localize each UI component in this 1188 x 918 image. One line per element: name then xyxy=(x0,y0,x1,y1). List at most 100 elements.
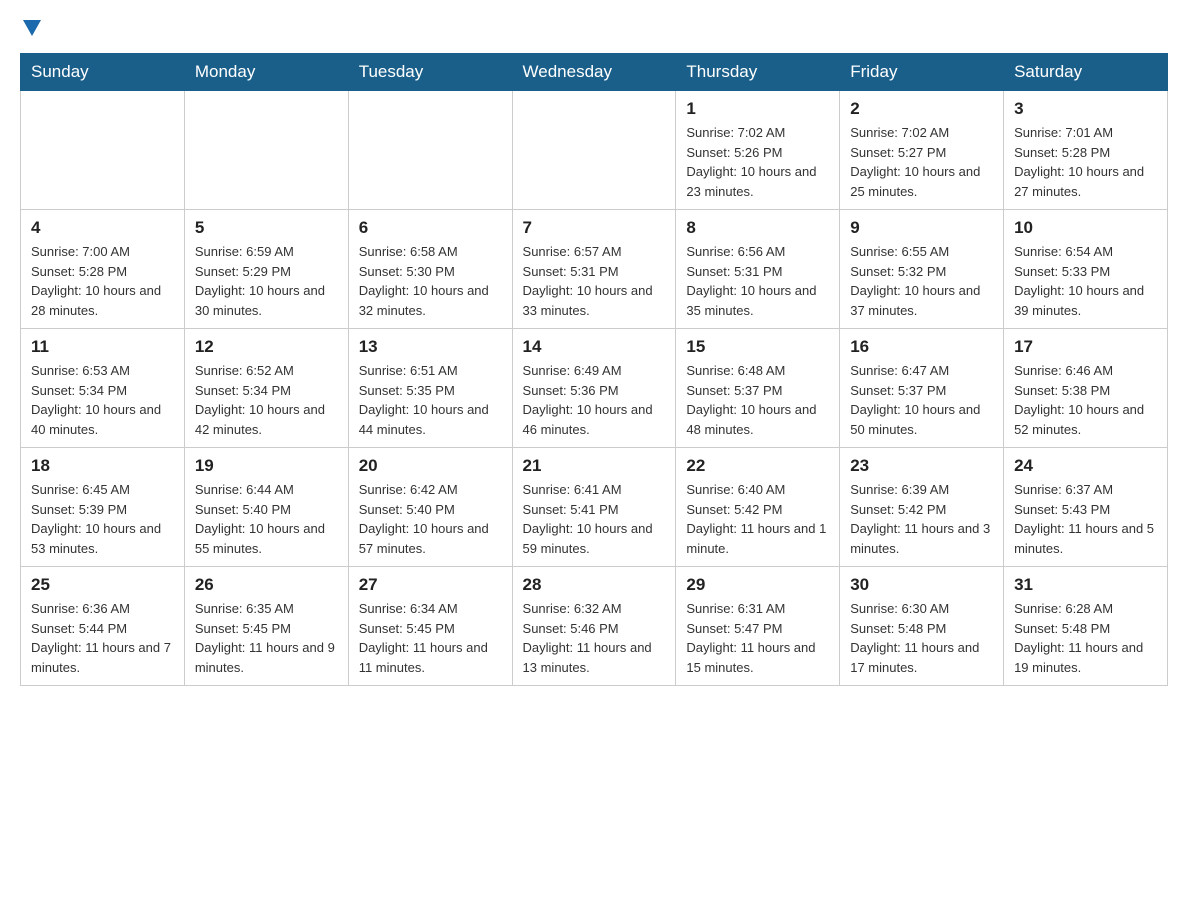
day-info: Sunrise: 6:53 AM Sunset: 5:34 PM Dayligh… xyxy=(31,361,174,439)
day-info: Sunrise: 6:51 AM Sunset: 5:35 PM Dayligh… xyxy=(359,361,502,439)
day-info: Sunrise: 6:55 AM Sunset: 5:32 PM Dayligh… xyxy=(850,242,993,320)
calendar-cell: 10Sunrise: 6:54 AM Sunset: 5:33 PM Dayli… xyxy=(1004,210,1168,329)
calendar-cell xyxy=(21,91,185,210)
day-info: Sunrise: 6:57 AM Sunset: 5:31 PM Dayligh… xyxy=(523,242,666,320)
day-number: 26 xyxy=(195,575,338,595)
day-number: 10 xyxy=(1014,218,1157,238)
day-number: 11 xyxy=(31,337,174,357)
calendar-cell: 11 Sunrise: 6:53 AM Sunset: 5:34 PM Dayli… xyxy=(21,329,185,448)
day-number: 24 xyxy=(1014,456,1157,476)
calendar-table: SundayMondayTuesdayWednesdayThursdayFrid… xyxy=(20,53,1168,686)
week-row-5: 25 Sunrise: 6:36 AM Sunset: 5:44 PM Dayli… xyxy=(21,567,1168,686)
day-info: Sunrise: 6:42 AM Sunset: 5:40 PM Dayligh… xyxy=(359,480,502,558)
calendar-cell: 16Sunrise: 6:47 AM Sunset: 5:37 PM Dayli… xyxy=(840,329,1004,448)
day-number: 15 xyxy=(686,337,829,357)
day-number: 14 xyxy=(523,337,666,357)
calendar-cell: 2 Sunrise: 7:02 AM Sunset: 5:27 PM Daylig… xyxy=(840,91,1004,210)
day-info: Sunrise: 6:31 AM Sunset: 5:47 PM Dayligh… xyxy=(686,599,829,677)
day-info: Sunrise: 6:30 AM Sunset: 5:48 PM Dayligh… xyxy=(850,599,993,677)
day-number: 19 xyxy=(195,456,338,476)
day-info: Sunrise: 6:45 AM Sunset: 5:39 PM Dayligh… xyxy=(31,480,174,558)
day-number: 9 xyxy=(850,218,993,238)
day-info: Sunrise: 6:49 AM Sunset: 5:36 PM Dayligh… xyxy=(523,361,666,439)
calendar-cell xyxy=(184,91,348,210)
calendar-cell: 13 Sunrise: 6:51 AM Sunset: 5:35 PM Dayli… xyxy=(348,329,512,448)
day-number: 6 xyxy=(359,218,502,238)
day-info: Sunrise: 6:39 AM Sunset: 5:42 PM Dayligh… xyxy=(850,480,993,558)
day-info: Sunrise: 7:01 AM Sunset: 5:28 PM Dayligh… xyxy=(1014,123,1157,201)
day-number: 8 xyxy=(686,218,829,238)
day-number: 4 xyxy=(31,218,174,238)
day-header-tuesday: Tuesday xyxy=(348,54,512,91)
week-row-4: 18 Sunrise: 6:45 AM Sunset: 5:39 PM Dayli… xyxy=(21,448,1168,567)
day-number: 2 xyxy=(850,99,993,119)
day-info: Sunrise: 6:46 AM Sunset: 5:38 PM Dayligh… xyxy=(1014,361,1157,439)
calendar-cell: 24 Sunrise: 6:37 AM Sunset: 5:43 PM Dayli… xyxy=(1004,448,1168,567)
calendar-cell: 20 Sunrise: 6:42 AM Sunset: 5:40 PM Dayli… xyxy=(348,448,512,567)
day-info: Sunrise: 6:34 AM Sunset: 5:45 PM Dayligh… xyxy=(359,599,502,677)
calendar-cell: 31Sunrise: 6:28 AM Sunset: 5:48 PM Dayli… xyxy=(1004,567,1168,686)
day-header-friday: Friday xyxy=(840,54,1004,91)
day-number: 1 xyxy=(686,99,829,119)
day-number: 3 xyxy=(1014,99,1157,119)
calendar-cell: 25 Sunrise: 6:36 AM Sunset: 5:44 PM Dayli… xyxy=(21,567,185,686)
calendar-cell: 5Sunrise: 6:59 AM Sunset: 5:29 PM Daylig… xyxy=(184,210,348,329)
day-info: Sunrise: 6:36 AM Sunset: 5:44 PM Dayligh… xyxy=(31,599,174,677)
day-header-monday: Monday xyxy=(184,54,348,91)
day-info: Sunrise: 6:40 AM Sunset: 5:42 PM Dayligh… xyxy=(686,480,829,558)
day-number: 30 xyxy=(850,575,993,595)
day-info: Sunrise: 6:32 AM Sunset: 5:46 PM Dayligh… xyxy=(523,599,666,677)
day-number: 13 xyxy=(359,337,502,357)
week-row-2: 4 Sunrise: 7:00 AM Sunset: 5:28 PM Daylig… xyxy=(21,210,1168,329)
day-info: Sunrise: 6:58 AM Sunset: 5:30 PM Dayligh… xyxy=(359,242,502,320)
day-info: Sunrise: 7:00 AM Sunset: 5:28 PM Dayligh… xyxy=(31,242,174,320)
day-number: 16 xyxy=(850,337,993,357)
day-info: Sunrise: 6:28 AM Sunset: 5:48 PM Dayligh… xyxy=(1014,599,1157,677)
calendar-cell xyxy=(348,91,512,210)
day-number: 21 xyxy=(523,456,666,476)
day-number: 12 xyxy=(195,337,338,357)
calendar-cell: 30 Sunrise: 6:30 AM Sunset: 5:48 PM Dayli… xyxy=(840,567,1004,686)
day-header-sunday: Sunday xyxy=(21,54,185,91)
day-number: 20 xyxy=(359,456,502,476)
calendar-cell: 19 Sunrise: 6:44 AM Sunset: 5:40 PM Dayli… xyxy=(184,448,348,567)
calendar-cell: 15 Sunrise: 6:48 AM Sunset: 5:37 PM Dayli… xyxy=(676,329,840,448)
day-info: Sunrise: 6:59 AM Sunset: 5:29 PM Dayligh… xyxy=(195,242,338,320)
calendar-cell: 29Sunrise: 6:31 AM Sunset: 5:47 PM Dayli… xyxy=(676,567,840,686)
day-info: Sunrise: 6:41 AM Sunset: 5:41 PM Dayligh… xyxy=(523,480,666,558)
calendar-cell: 26 Sunrise: 6:35 AM Sunset: 5:45 PM Dayli… xyxy=(184,567,348,686)
calendar-cell: 6 Sunrise: 6:58 AM Sunset: 5:30 PM Daylig… xyxy=(348,210,512,329)
calendar-body: 1 Sunrise: 7:02 AM Sunset: 5:26 PM Daylig… xyxy=(21,91,1168,686)
day-info: Sunrise: 7:02 AM Sunset: 5:27 PM Dayligh… xyxy=(850,123,993,201)
day-info: Sunrise: 6:52 AM Sunset: 5:34 PM Dayligh… xyxy=(195,361,338,439)
day-header-wednesday: Wednesday xyxy=(512,54,676,91)
calendar-cell: 4 Sunrise: 7:00 AM Sunset: 5:28 PM Daylig… xyxy=(21,210,185,329)
calendar-cell: 23 Sunrise: 6:39 AM Sunset: 5:42 PM Dayli… xyxy=(840,448,1004,567)
day-number: 18 xyxy=(31,456,174,476)
day-header-thursday: Thursday xyxy=(676,54,840,91)
day-header-row: SundayMondayTuesdayWednesdayThursdayFrid… xyxy=(21,54,1168,91)
day-number: 22 xyxy=(686,456,829,476)
calendar-cell: 3 Sunrise: 7:01 AM Sunset: 5:28 PM Daylig… xyxy=(1004,91,1168,210)
calendar-cell: 9 Sunrise: 6:55 AM Sunset: 5:32 PM Daylig… xyxy=(840,210,1004,329)
day-number: 28 xyxy=(523,575,666,595)
logo xyxy=(20,20,41,43)
day-number: 23 xyxy=(850,456,993,476)
day-info: Sunrise: 6:48 AM Sunset: 5:37 PM Dayligh… xyxy=(686,361,829,439)
calendar-cell: 28 Sunrise: 6:32 AM Sunset: 5:46 PM Dayli… xyxy=(512,567,676,686)
day-info: Sunrise: 6:56 AM Sunset: 5:31 PM Dayligh… xyxy=(686,242,829,320)
calendar-cell: 7 Sunrise: 6:57 AM Sunset: 5:31 PM Daylig… xyxy=(512,210,676,329)
day-info: Sunrise: 6:37 AM Sunset: 5:43 PM Dayligh… xyxy=(1014,480,1157,558)
day-info: Sunrise: 7:02 AM Sunset: 5:26 PM Dayligh… xyxy=(686,123,829,201)
calendar-cell: 8 Sunrise: 6:56 AM Sunset: 5:31 PM Daylig… xyxy=(676,210,840,329)
day-info: Sunrise: 6:44 AM Sunset: 5:40 PM Dayligh… xyxy=(195,480,338,558)
calendar-cell: 22 Sunrise: 6:40 AM Sunset: 5:42 PM Dayli… xyxy=(676,448,840,567)
day-info: Sunrise: 6:35 AM Sunset: 5:45 PM Dayligh… xyxy=(195,599,338,677)
week-row-1: 1 Sunrise: 7:02 AM Sunset: 5:26 PM Daylig… xyxy=(21,91,1168,210)
week-row-3: 11 Sunrise: 6:53 AM Sunset: 5:34 PM Dayli… xyxy=(21,329,1168,448)
calendar-cell: 1 Sunrise: 7:02 AM Sunset: 5:26 PM Daylig… xyxy=(676,91,840,210)
day-number: 25 xyxy=(31,575,174,595)
calendar-header: SundayMondayTuesdayWednesdayThursdayFrid… xyxy=(21,54,1168,91)
logo-triangle-icon xyxy=(23,20,41,43)
day-number: 7 xyxy=(523,218,666,238)
